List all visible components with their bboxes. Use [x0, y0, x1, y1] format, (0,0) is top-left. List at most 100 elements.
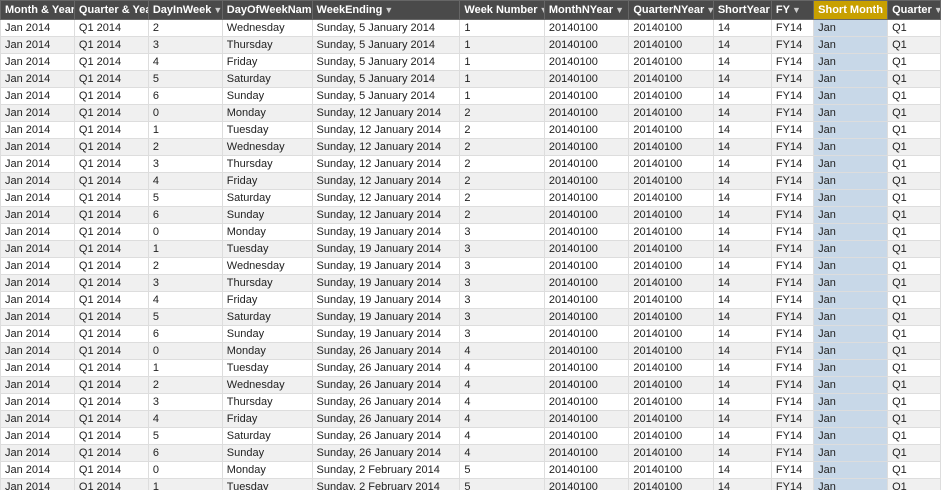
cell-monthyear: Jan 2014 — [1, 394, 75, 411]
table-row[interactable]: Jan 2014Q1 20142WednesdaySunday, 12 Janu… — [1, 139, 941, 156]
cell-monthyear: Jan 2014 — [1, 122, 75, 139]
table-row[interactable]: Jan 2014Q1 20140MondaySunday, 19 January… — [1, 224, 941, 241]
col-label-dayinweek: DayInWeek — [153, 4, 212, 16]
col-header-fy[interactable]: FY▼ — [771, 1, 813, 20]
table-row[interactable]: Jan 2014Q1 20143ThursdaySunday, 5 Januar… — [1, 37, 941, 54]
cell-monthnyear: 20140100 — [544, 445, 628, 462]
cell-quarter: Q1 — [888, 20, 941, 37]
col-header-quartnyear[interactable]: QuarterNYear▼ — [629, 1, 713, 20]
table-row[interactable]: Jan 2014Q1 20145SaturdaySunday, 19 Janua… — [1, 309, 941, 326]
table-row[interactable]: Jan 2014Q1 20142WednesdaySunday, 26 Janu… — [1, 377, 941, 394]
cell-shortyear: 14 — [713, 190, 771, 207]
table-row[interactable]: Jan 2014Q1 20143ThursdaySunday, 12 Janua… — [1, 156, 941, 173]
cell-shortmonth: Jan — [814, 462, 888, 479]
col-header-shortyear[interactable]: ShortYear▼ — [713, 1, 771, 20]
cell-shortyear: 14 — [713, 241, 771, 258]
cell-monthnyear: 20140100 — [544, 122, 628, 139]
cell-dayinweek: 1 — [148, 122, 222, 139]
cell-monthnyear: 20140100 — [544, 377, 628, 394]
cell-quarter: Q1 — [888, 377, 941, 394]
table-row[interactable]: Jan 2014Q1 20141TuesdaySunday, 12 Januar… — [1, 122, 941, 139]
col-header-quarteryear[interactable]: Quarter & Year▼ — [74, 1, 148, 20]
col-header-weeknumber[interactable]: Week Number▼ — [460, 1, 544, 20]
cell-monthyear: Jan 2014 — [1, 88, 75, 105]
col-header-dayinweek[interactable]: DayInWeek▼ — [148, 1, 222, 20]
cell-dayinweek: 0 — [148, 462, 222, 479]
table-row[interactable]: Jan 2014Q1 20146SundaySunday, 26 January… — [1, 445, 941, 462]
table-row[interactable]: Jan 2014Q1 20140MondaySunday, 12 January… — [1, 105, 941, 122]
scroll-area[interactable]: Month & Year▼Quarter & Year▼DayInWeek▼Da… — [0, 0, 941, 490]
cell-fy: FY14 — [771, 411, 813, 428]
table-row[interactable]: Jan 2014Q1 20141TuesdaySunday, 26 Januar… — [1, 360, 941, 377]
table-row[interactable]: Jan 2014Q1 20143ThursdaySunday, 26 Janua… — [1, 394, 941, 411]
cell-fy: FY14 — [771, 309, 813, 326]
cell-weekending: Sunday, 12 January 2014 — [312, 139, 460, 156]
cell-quarter: Q1 — [888, 173, 941, 190]
cell-monthyear: Jan 2014 — [1, 105, 75, 122]
table-row[interactable]: Jan 2014Q1 20142WednesdaySunday, 5 Janua… — [1, 20, 941, 37]
cell-fy: FY14 — [771, 258, 813, 275]
table-row[interactable]: Jan 2014Q1 20146SundaySunday, 19 January… — [1, 326, 941, 343]
cell-shortyear: 14 — [713, 224, 771, 241]
table-row[interactable]: Jan 2014Q1 20145SaturdaySunday, 26 Janua… — [1, 428, 941, 445]
col-header-shortmonth[interactable]: Short Month▼ — [814, 1, 888, 20]
table-row[interactable]: Jan 2014Q1 20145SaturdaySunday, 12 Janua… — [1, 190, 941, 207]
cell-quarter: Q1 — [888, 428, 941, 445]
main-container: Month & Year▼Quarter & Year▼DayInWeek▼Da… — [0, 0, 941, 503]
col-label-monthnyear: MonthNYear — [549, 4, 613, 16]
table-row[interactable]: Jan 2014Q1 20144FridaySunday, 19 January… — [1, 292, 941, 309]
table-row[interactable]: Jan 2014Q1 20141TuesdaySunday, 19 Januar… — [1, 241, 941, 258]
cell-monthyear: Jan 2014 — [1, 258, 75, 275]
cell-quartnyear: 20140100 — [629, 224, 713, 241]
cell-monthnyear: 20140100 — [544, 428, 628, 445]
table-row[interactable]: Jan 2014Q1 20144FridaySunday, 5 January … — [1, 54, 941, 71]
cell-fy: FY14 — [771, 190, 813, 207]
cell-quarter: Q1 — [888, 37, 941, 54]
col-header-monthyear[interactable]: Month & Year▼ — [1, 1, 75, 20]
table-row[interactable]: Jan 2014Q1 20145SaturdaySunday, 5 Januar… — [1, 71, 941, 88]
sort-icon-weekending: ▼ — [384, 5, 393, 15]
col-label-weekending: WeekEnding — [317, 4, 383, 16]
cell-dayofweekname: Tuesday — [222, 122, 312, 139]
table-row[interactable]: Jan 2014Q1 20140MondaySunday, 2 February… — [1, 462, 941, 479]
table-row[interactable]: Jan 2014Q1 20142WednesdaySunday, 19 Janu… — [1, 258, 941, 275]
cell-monthnyear: 20140100 — [544, 37, 628, 54]
cell-monthnyear: 20140100 — [544, 479, 628, 491]
table-row[interactable]: Jan 2014Q1 20141TuesdaySunday, 2 Februar… — [1, 479, 941, 491]
cell-dayofweekname: Tuesday — [222, 241, 312, 258]
cell-dayofweekname: Friday — [222, 292, 312, 309]
table-row[interactable]: Jan 2014Q1 20144FridaySunday, 26 January… — [1, 411, 941, 428]
cell-monthyear: Jan 2014 — [1, 462, 75, 479]
table-row[interactable]: Jan 2014Q1 20146SundaySunday, 5 January … — [1, 88, 941, 105]
col-header-quarter[interactable]: Quarter▼ — [888, 1, 941, 20]
cell-fy: FY14 — [771, 445, 813, 462]
cell-quarteryear: Q1 2014 — [74, 360, 148, 377]
table-row[interactable]: Jan 2014Q1 20146SundaySunday, 12 January… — [1, 207, 941, 224]
cell-monthyear: Jan 2014 — [1, 428, 75, 445]
cell-dayofweekname: Thursday — [222, 37, 312, 54]
cell-fy: FY14 — [771, 360, 813, 377]
col-label-monthyear: Month & Year — [5, 4, 74, 16]
cell-quarter: Q1 — [888, 224, 941, 241]
cell-weeknumber: 4 — [460, 411, 544, 428]
cell-quarter: Q1 — [888, 139, 941, 156]
sort-icon-quarter: ▼ — [934, 5, 941, 15]
cell-quarteryear: Q1 2014 — [74, 190, 148, 207]
table-row[interactable]: Jan 2014Q1 20144FridaySunday, 12 January… — [1, 173, 941, 190]
table-row[interactable]: Jan 2014Q1 20140MondaySunday, 26 January… — [1, 343, 941, 360]
cell-dayofweekname: Sunday — [222, 88, 312, 105]
col-header-dayofweekname[interactable]: DayOfWeekName▼ — [222, 1, 312, 20]
cell-dayinweek: 1 — [148, 479, 222, 491]
cell-fy: FY14 — [771, 88, 813, 105]
cell-monthyear: Jan 2014 — [1, 445, 75, 462]
col-header-weekending[interactable]: WeekEnding▼ — [312, 1, 460, 20]
cell-weekending: Sunday, 19 January 2014 — [312, 224, 460, 241]
cell-weeknumber: 3 — [460, 326, 544, 343]
cell-weeknumber: 4 — [460, 445, 544, 462]
cell-monthnyear: 20140100 — [544, 292, 628, 309]
cell-dayofweekname: Sunday — [222, 445, 312, 462]
col-header-monthnyear[interactable]: MonthNYear▼ — [544, 1, 628, 20]
cell-weeknumber: 2 — [460, 139, 544, 156]
table-row[interactable]: Jan 2014Q1 20143ThursdaySunday, 19 Janua… — [1, 275, 941, 292]
cell-weekending: Sunday, 26 January 2014 — [312, 377, 460, 394]
